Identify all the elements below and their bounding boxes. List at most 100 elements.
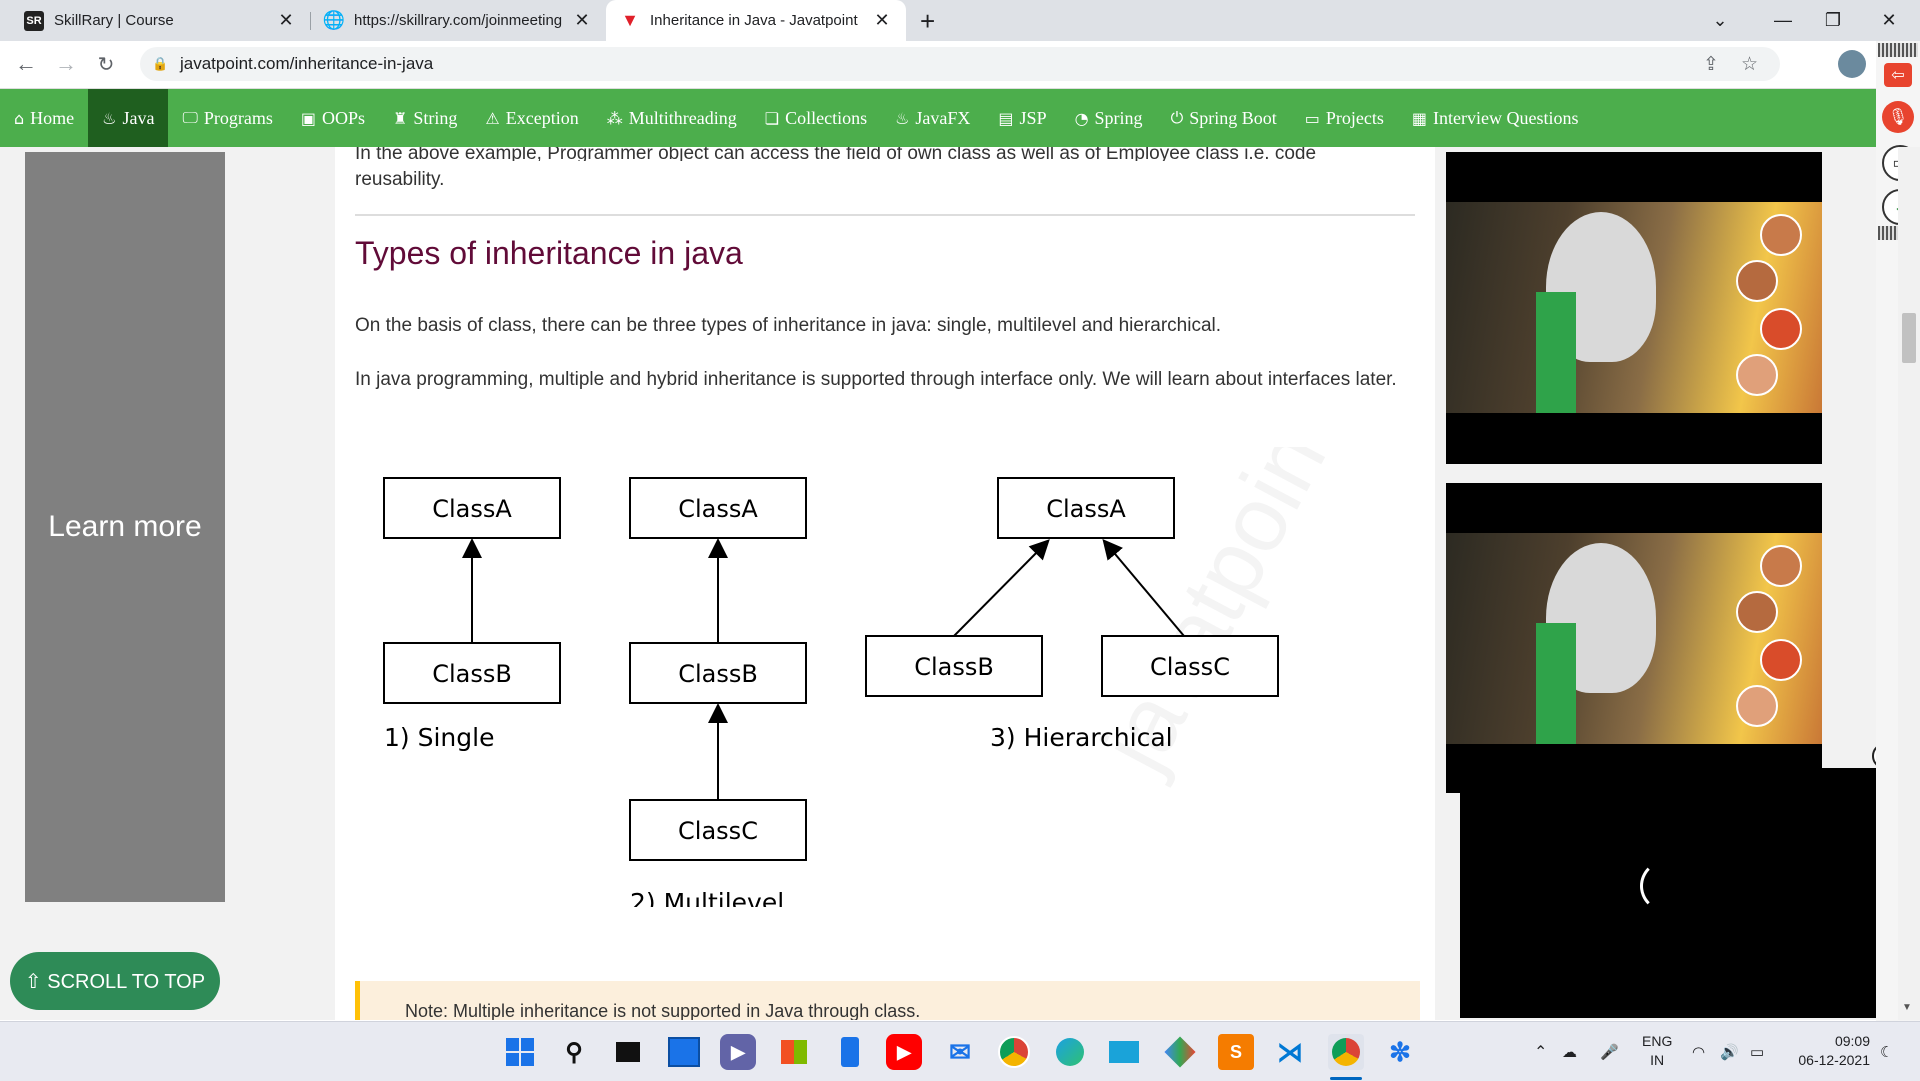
nav-label: OOPs	[322, 107, 366, 128]
edge-icon[interactable]	[1052, 1034, 1088, 1070]
microphone-tray-icon[interactable]: 🎤	[1600, 1022, 1619, 1081]
tray-overflow-icon[interactable]: ⌃	[1534, 1022, 1547, 1081]
oops-icon: ▣	[300, 108, 317, 128]
reload-icon[interactable]: ↻	[90, 48, 122, 80]
multilevel-caption: 2) Multilevel	[630, 888, 784, 907]
tab-joinmeeting[interactable]: 🌐 https://skillrary.com/joinmeeting ✕	[310, 0, 606, 41]
video-panel-2[interactable]	[1446, 483, 1822, 793]
task-view-icon[interactable]	[610, 1034, 646, 1070]
nav-spring[interactable]: ◔ Spring	[1061, 89, 1157, 147]
wifi-icon[interactable]: ◠	[1692, 1022, 1705, 1081]
search-icon[interactable]: ⚲	[556, 1034, 592, 1070]
nav-jsp[interactable]: ▤ JSP	[984, 89, 1060, 147]
notifications-moon-icon[interactable]: ☾	[1880, 1022, 1893, 1081]
tab-skillrary[interactable]: SR SkillRary | Course ✕	[0, 0, 310, 41]
profile-avatar[interactable]	[1838, 50, 1866, 78]
clock[interactable]: 09:09 06-12-2021	[1790, 1032, 1870, 1070]
share-icon[interactable]: ⇪	[1703, 53, 1719, 76]
participant-thumb[interactable]	[1736, 260, 1778, 302]
nav-oops[interactable]: ▣ OOPs	[287, 89, 379, 147]
chrome-profile-icon[interactable]	[1328, 1034, 1364, 1070]
participant-thumb[interactable]	[1736, 591, 1778, 633]
nav-interview-questions[interactable]: ▦ Interview Questions	[1398, 89, 1593, 147]
tab-javatpoint[interactable]: ▼ Inheritance in Java - Javatpoint ✕	[606, 0, 906, 41]
gem-app-icon[interactable]	[1162, 1034, 1198, 1070]
cloud-offline-icon[interactable]: ☁	[1562, 1022, 1577, 1081]
nav-string[interactable]: ♜ String	[379, 89, 471, 147]
nav-label: Projects	[1325, 107, 1384, 128]
participant-thumb[interactable]	[1736, 685, 1778, 727]
nav-label: Interview Questions	[1432, 107, 1579, 128]
paragraph-interfaces: In java programming, multiple and hybrid…	[355, 369, 1397, 390]
hierarchical-classa-label: ClassA	[1046, 495, 1126, 523]
participant-thumb[interactable]	[1760, 545, 1802, 587]
nav-label: Spring Boot	[1189, 107, 1277, 128]
restore-icon[interactable]: ❐	[1810, 0, 1856, 41]
scrollbar-thumb[interactable]	[1902, 313, 1916, 363]
chrome-icon[interactable]	[996, 1034, 1032, 1070]
video-panel-3[interactable]	[1460, 768, 1898, 1018]
teams-chat-icon[interactable]: ▶	[720, 1034, 756, 1070]
widgets-icon[interactable]	[666, 1034, 702, 1070]
inheritance-diagram: javatpoint ClassA ClassB 1) Single Class…	[383, 447, 1358, 907]
section-heading: Types of inheritance in java	[355, 235, 743, 271]
participant-thumb[interactable]	[1736, 354, 1778, 396]
nav-exception[interactable]: ⚠ Exception	[471, 89, 592, 147]
nav-label: String	[413, 107, 458, 128]
paragraph-end: reusability.	[355, 169, 445, 190]
sublime-text-icon[interactable]: S	[1218, 1034, 1254, 1070]
youtube-icon[interactable]: ▶	[886, 1034, 922, 1070]
close-tab-icon[interactable]: ✕	[274, 10, 298, 31]
scroll-to-top-button[interactable]: ⇧ SCROLL TO TOP	[10, 952, 220, 1010]
back-icon[interactable]: ←	[10, 48, 42, 80]
arrow-left-icon[interactable]: ⇦	[1884, 63, 1912, 87]
vertical-scrollbar[interactable]	[1898, 147, 1920, 1020]
nav-collections[interactable]: ❏ Collections	[751, 89, 881, 147]
close-tab-icon[interactable]: ✕	[570, 10, 594, 31]
nav-label: Multithreading	[628, 107, 737, 128]
volume-icon[interactable]: 🔊	[1720, 1022, 1739, 1081]
minimize-icon[interactable]: —	[1760, 0, 1806, 41]
nav-javafx[interactable]: ♨ JavaFX	[881, 89, 984, 147]
mail-icon[interactable]: ✉	[942, 1034, 978, 1070]
java-icon: ♨	[102, 108, 117, 128]
scroll-down-icon[interactable]: ▼	[1902, 1002, 1912, 1013]
language-indicator[interactable]: ENG IN	[1642, 1032, 1672, 1070]
lock-icon: 🔒	[152, 56, 169, 71]
region-code: IN	[1650, 1052, 1665, 1068]
close-tab-icon[interactable]: ✕	[870, 10, 894, 31]
nav-home[interactable]: ⌂ Home	[0, 89, 88, 147]
tab-search-icon[interactable]: ⌄	[1697, 0, 1743, 41]
ad-text: Learn more	[48, 510, 202, 543]
participant-thumb[interactable]	[1760, 214, 1802, 256]
battery-icon[interactable]: ▭	[1750, 1022, 1764, 1081]
javatpoint-favicon-icon: ▼	[620, 10, 640, 31]
participant-thumb[interactable]	[1760, 639, 1802, 681]
nav-java[interactable]: ♨ Java	[88, 89, 169, 147]
collections-icon: ❏	[764, 108, 780, 128]
interview-icon: ▦	[1411, 108, 1427, 128]
bookmark-star-icon[interactable]: ☆	[1741, 53, 1758, 76]
nav-spring-boot[interactable]: ⏻ Spring Boot	[1157, 89, 1291, 147]
start-windows-icon[interactable]	[502, 1034, 538, 1070]
language-code: ENG	[1642, 1033, 1673, 1049]
settings-gear-icon[interactable]: ✼	[1382, 1034, 1418, 1070]
nav-label: Java	[122, 107, 155, 128]
close-window-icon[interactable]: ✕	[1866, 0, 1912, 41]
cut-off-paragraph-line: In the above example, Programmer object …	[355, 147, 1317, 161]
nav-multithreading[interactable]: ⁂ Multithreading	[593, 89, 751, 147]
microphone-icon[interactable]: 🎙	[1882, 101, 1914, 133]
phone-link-icon[interactable]	[832, 1034, 868, 1070]
video-panel-1[interactable]	[1446, 152, 1822, 464]
address-bar[interactable]: 🔒 javatpoint.com/inheritance-in-java ⇪ ☆	[140, 47, 1780, 81]
nav-projects[interactable]: ▭ Projects	[1291, 89, 1398, 147]
learn-more-ad[interactable]: Learn more	[25, 152, 225, 902]
microsoft-store-icon[interactable]	[776, 1034, 812, 1070]
nav-programs[interactable]: 🖵 Programs	[168, 89, 286, 147]
forward-icon[interactable]: →	[50, 48, 82, 80]
participant-thumb[interactable]	[1760, 308, 1802, 350]
presenter-video-2	[1446, 533, 1822, 744]
monitor-app-icon[interactable]	[1106, 1034, 1142, 1070]
new-tab-icon[interactable]: +	[920, 6, 935, 37]
vscode-icon[interactable]: ⋊	[1272, 1034, 1308, 1070]
